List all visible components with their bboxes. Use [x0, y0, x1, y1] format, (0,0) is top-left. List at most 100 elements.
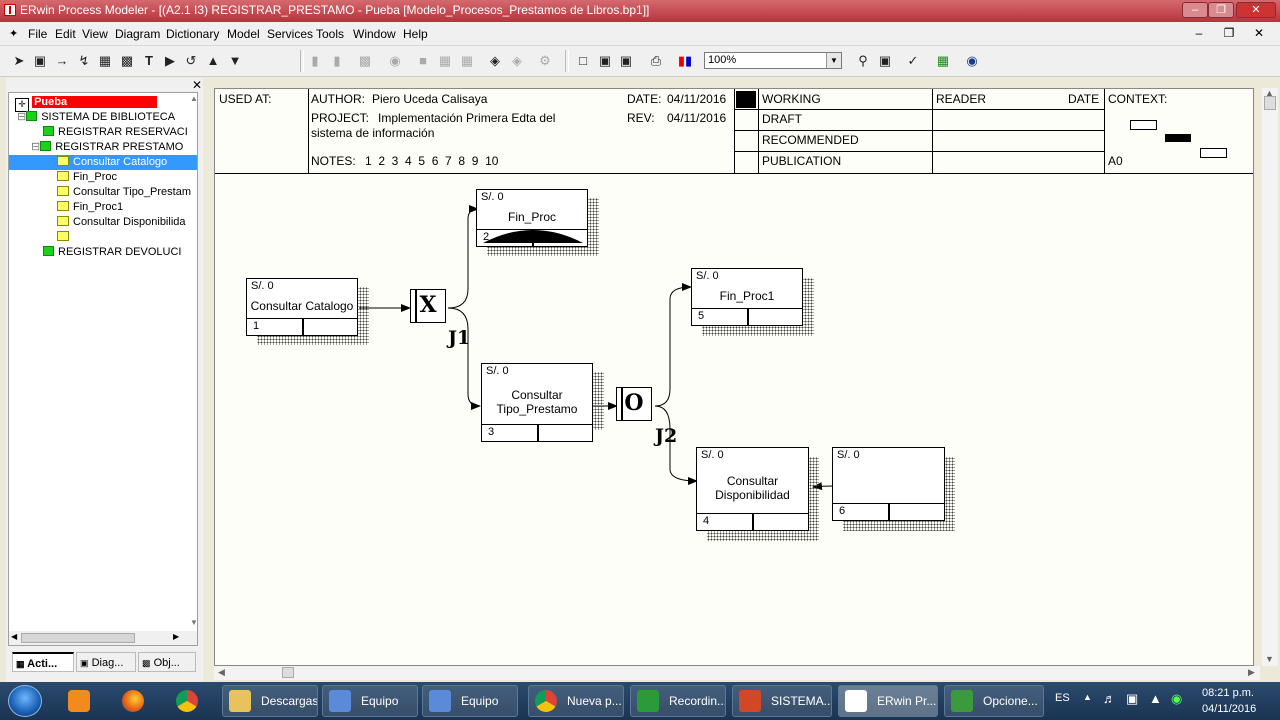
menu-window[interactable]: Window — [353, 27, 396, 41]
tray-expand-icon[interactable]: ▲ — [1083, 692, 1092, 702]
tree-item-consultar-disponibilidad[interactable]: Consultar Disponibilida — [57, 215, 186, 230]
mdi-minimize-button[interactable]: – — [1188, 26, 1210, 41]
close-button[interactable]: ✕ — [1236, 2, 1276, 18]
scroll-down-icon[interactable]: ▼ — [1265, 654, 1274, 664]
report-disabled-icon[interactable]: ▦ — [436, 52, 454, 70]
activity-box-3[interactable]: S/. 0 Consultar Tipo_Prestamo 3 — [481, 363, 593, 442]
diagram-tool-icon[interactable]: ▦ — [96, 52, 114, 70]
cut-icon[interactable]: ▮ — [306, 52, 324, 70]
go-to-child-icon[interactable]: ▶ — [161, 52, 179, 70]
pointer-tool-icon[interactable]: ➤ — [10, 52, 28, 70]
tree-item-sistema[interactable]: ⊟ SISTEMA DE BIBLIOTECA — [17, 110, 175, 125]
save-icon[interactable]: ▣ — [617, 52, 635, 70]
menu-help[interactable]: Help — [403, 27, 428, 41]
scroll-left-icon[interactable]: ◀ — [218, 667, 225, 678]
tab-activities[interactable]: ▦ Acti... — [12, 652, 74, 672]
menu-edit[interactable]: Edit — [55, 27, 76, 41]
tree-root[interactable]: ✛ Pueba — [15, 95, 158, 112]
expander-icon[interactable]: ⊟ — [31, 141, 40, 153]
tree-item-unnamed[interactable] — [57, 230, 73, 245]
task-recording[interactable]: Recordin... — [630, 685, 726, 717]
scroll-right-icon[interactable]: ▶ — [173, 632, 179, 641]
start-button[interactable] — [8, 685, 42, 717]
junction-j2[interactable]: O — [616, 387, 652, 421]
task-opciones[interactable]: Opcione... — [944, 685, 1044, 717]
menu-model[interactable]: Model — [227, 27, 260, 41]
clock-date[interactable]: 04/11/2016 — [1202, 703, 1256, 715]
activity-box-2[interactable]: S/. 0 Fin_Proc 2 — [476, 189, 588, 247]
network-icon[interactable]: ▲ — [1149, 691, 1162, 706]
tray-app-icon[interactable]: ▣ — [1126, 691, 1138, 707]
tree-item-reservacion[interactable]: REGISTRAR RESERVACI — [43, 125, 188, 140]
undo-icon[interactable]: ↺ — [182, 52, 200, 70]
scroll-up-icon[interactable]: ▲ — [190, 94, 198, 103]
volume-icon[interactable]: ♬ — [1103, 691, 1116, 706]
document-icon[interactable]: ✦ — [9, 27, 18, 40]
settings-disabled-icon[interactable]: ◉ — [386, 52, 404, 70]
scroll-right-icon[interactable]: ▶ — [1248, 667, 1255, 678]
squiggle-tool-icon[interactable]: ↯ — [75, 52, 93, 70]
model-tree-icon[interactable]: ▦ — [934, 52, 952, 70]
menu-dictionary[interactable]: Dictionary — [166, 27, 219, 41]
lock-icon[interactable]: ▩ — [356, 52, 374, 70]
zoom-fit-icon[interactable]: ▣ — [876, 52, 894, 70]
tab-objects[interactable]: ▩ Obj... — [138, 652, 196, 672]
task-descargas[interactable]: Descargas — [222, 685, 318, 717]
activity-box-6[interactable]: S/. 0 6 — [832, 447, 945, 521]
palette-disabled-icon[interactable]: ■ — [414, 52, 432, 70]
status-icon[interactable]: ◉ — [1171, 691, 1182, 707]
clock-time[interactable]: 08:21 p.m. — [1202, 687, 1254, 699]
canvas-horizontal-scrollbar[interactable]: ◀ ▶ — [214, 666, 1260, 680]
zoom-select[interactable]: 100% ▼ — [704, 52, 842, 69]
activity-box-5[interactable]: S/. 0 Fin_Proc1 5 — [691, 268, 803, 326]
expander-icon[interactable]: ⊟ — [17, 111, 26, 123]
scroll-left-icon[interactable]: ◀ — [11, 632, 17, 641]
minimize-button[interactable]: – — [1182, 2, 1208, 18]
activity-box-1[interactable]: S/. 0 Consultar Catalogo 1 — [246, 278, 358, 336]
panel-close-icon[interactable]: ✕ — [192, 78, 202, 92]
new-file-icon[interactable]: □ — [574, 52, 592, 70]
scroll-thumb[interactable] — [1264, 96, 1276, 110]
menu-view[interactable]: View — [82, 27, 108, 41]
copy-icon[interactable]: ▮ — [328, 52, 346, 70]
chevron-down-icon[interactable]: ▼ — [826, 53, 841, 68]
zoom-in-icon[interactable]: ⚲ — [854, 52, 872, 70]
maximize-button[interactable]: ❐ — [1208, 2, 1234, 18]
chrome-icon[interactable] — [164, 685, 210, 717]
gear-disabled-icon[interactable]: ⚙ — [536, 52, 554, 70]
print-icon[interactable]: ⎙ — [647, 52, 665, 70]
activity-box-4[interactable]: S/. 0 Consultar Disponibilidad 4 — [696, 447, 809, 531]
menu-tools[interactable]: Tools — [316, 27, 344, 41]
color-icon[interactable]: ▮▮ — [676, 52, 694, 70]
canvas-vertical-scrollbar[interactable]: ▲ ▼ — [1262, 88, 1278, 666]
open-folder-icon[interactable]: ▣ — [596, 52, 614, 70]
task-chrome[interactable]: Nueva p... — [528, 685, 624, 717]
arrow-tool-icon[interactable]: → — [53, 52, 71, 70]
help-icon[interactable]: ◉ — [963, 52, 981, 70]
tree-item-fin-proc1[interactable]: Fin_Proc1 — [57, 200, 123, 215]
tree-item-devolucion[interactable]: REGISTRAR DEVOLUCI — [43, 245, 181, 260]
menu-diagram[interactable]: Diagram — [115, 27, 160, 41]
mdi-restore-button[interactable]: ❐ — [1218, 26, 1240, 41]
media-player-icon[interactable] — [56, 685, 102, 717]
tree-horizontal-scrollbar[interactable]: ◀ ▶ — [9, 631, 197, 645]
text-tool-icon[interactable]: T — [140, 52, 158, 70]
scroll-down-icon[interactable]: ▼ — [190, 618, 198, 627]
tree-item-consultar-tipo-prestamo[interactable]: Consultar Tipo_Prestam — [57, 185, 191, 200]
tree-item-consultar-catalogo[interactable]: Consultar Catalogo — [9, 155, 197, 170]
scroll-thumb[interactable] — [282, 667, 294, 678]
task-erwin[interactable]: ERwin Pr... — [838, 685, 938, 717]
tab-diagrams[interactable]: ▣ Diag... — [76, 652, 136, 672]
firefox-icon[interactable] — [110, 685, 156, 717]
model-explorer-icon[interactable]: ◈ — [486, 52, 504, 70]
spell-check-icon[interactable]: ✓ — [904, 52, 922, 70]
wizard-disabled-icon[interactable]: ◈ — [508, 52, 526, 70]
scroll-thumb[interactable] — [21, 633, 135, 643]
junction-j1[interactable]: X — [410, 289, 446, 323]
go-to-parent-icon[interactable]: ▲ — [204, 52, 222, 70]
language-indicator[interactable]: ES — [1055, 692, 1070, 704]
menu-file[interactable]: File — [28, 27, 47, 41]
menu-services[interactable]: Services — [267, 27, 313, 41]
mdi-close-button[interactable]: ✕ — [1248, 26, 1270, 41]
task-equipo-2[interactable]: Equipo — [422, 685, 518, 717]
